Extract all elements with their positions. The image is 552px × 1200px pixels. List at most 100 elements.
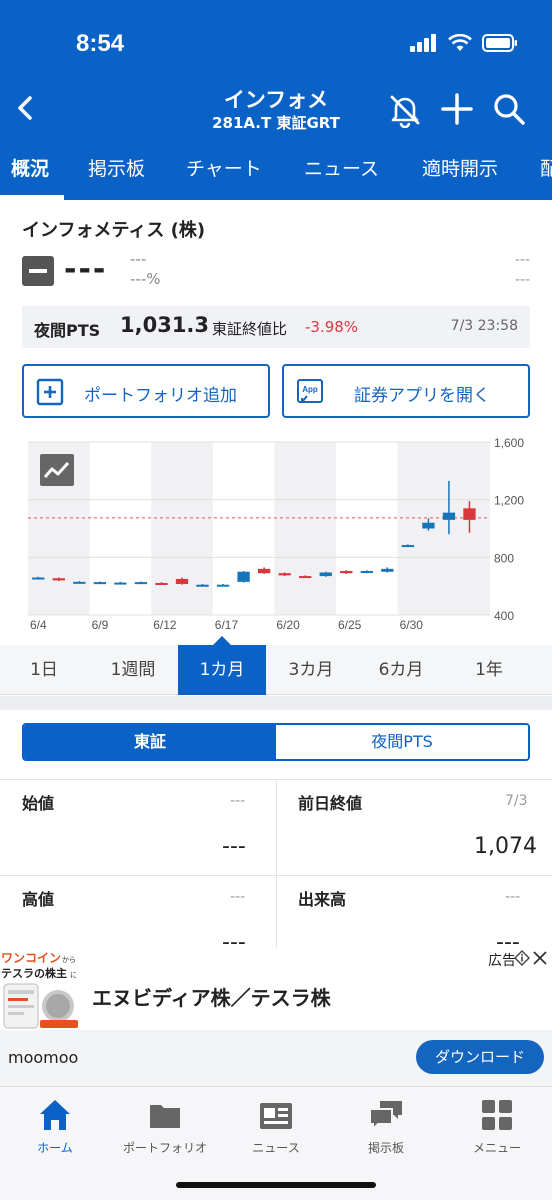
ad-download-button[interactable]: ダウンロード bbox=[416, 1040, 544, 1074]
range-pointer bbox=[212, 636, 232, 646]
tabbar-board[interactable]: 掲示板 bbox=[331, 1097, 441, 1157]
price-change-flat-icon bbox=[22, 256, 54, 286]
segment-night-pts[interactable]: 夜間PTS bbox=[276, 725, 528, 759]
range-1m[interactable]: 1カ月 bbox=[178, 645, 266, 695]
prev-close-date: 7/3 bbox=[505, 793, 528, 809]
range-1y[interactable]: 1年 bbox=[446, 645, 532, 695]
newspaper-icon bbox=[260, 1103, 292, 1129]
ad-footer: moomoo ダウンロード bbox=[0, 1030, 552, 1086]
candle-body bbox=[155, 582, 168, 585]
bell-off-icon[interactable] bbox=[386, 90, 424, 128]
tab-board[interactable]: 掲示板 bbox=[88, 154, 145, 181]
ad-image-text-2b: に bbox=[70, 971, 77, 979]
candle-body bbox=[196, 584, 209, 587]
candle-body bbox=[114, 582, 127, 585]
app-icon-text: App bbox=[302, 385, 318, 394]
pts-label: 夜間PTS bbox=[34, 321, 101, 340]
prev-close-value: 1,074 bbox=[474, 834, 537, 859]
ad-image-text-2a: テスラの株主 bbox=[1, 966, 67, 980]
price-chart[interactable]: 1,600 1,200 800 400 6/4 6/9 6/12 6/17 6/20 6/25 6/… bbox=[0, 430, 552, 645]
open-securities-app-button[interactable]: App 証券アプリを開く bbox=[282, 364, 530, 418]
ad-brand: moomoo bbox=[8, 1048, 79, 1067]
navigation-bar: インフォメ 281A.T 東証GRT bbox=[0, 80, 552, 140]
add-portfolio-label: ポートフォリオ追加 bbox=[84, 386, 237, 406]
tab-overview[interactable]: 概況 bbox=[11, 154, 49, 181]
status-bar: 8:54 bbox=[0, 0, 552, 80]
range-3m[interactable]: 3カ月 bbox=[266, 645, 356, 695]
candle-body bbox=[52, 578, 65, 581]
battery-icon bbox=[482, 34, 517, 52]
candle-body bbox=[257, 568, 271, 574]
tabbar-portfolio-label: ポートフォリオ bbox=[122, 1141, 207, 1155]
price-change: --- bbox=[130, 250, 147, 268]
tab-news[interactable]: ニュース bbox=[304, 154, 379, 181]
candle-body bbox=[360, 571, 373, 574]
price-change-percent: ---% bbox=[130, 270, 161, 288]
signal-icon bbox=[410, 34, 436, 52]
y-tick-label: 1,200 bbox=[494, 494, 524, 508]
high-label: 高値 bbox=[22, 890, 55, 909]
pts-compare-label: 東証終値比 bbox=[212, 320, 288, 338]
section-tabs: 概況 掲示板 チャート ニュース 適時開示 配 bbox=[0, 146, 552, 200]
tab-chart[interactable]: チャート bbox=[186, 154, 262, 181]
open-label: 始値 bbox=[22, 794, 55, 813]
pts-summary: 夜間PTS 1,031.3 東証終値比 -3.98% 7/3 23:58 bbox=[22, 306, 530, 348]
tabbar-news[interactable]: ニュース bbox=[221, 1097, 331, 1157]
candle-body bbox=[319, 572, 332, 577]
x-tick-label: 6/12 bbox=[153, 618, 177, 632]
app-icon: App bbox=[297, 379, 323, 403]
candle-body bbox=[175, 578, 189, 585]
tabbar-news-label: ニュース bbox=[252, 1141, 300, 1155]
wifi-icon bbox=[448, 34, 472, 51]
plus-box-icon bbox=[36, 378, 64, 406]
ad-image-text-1a: ワンコイン bbox=[1, 951, 61, 965]
close-icon[interactable] bbox=[532, 950, 548, 966]
candle-body bbox=[299, 576, 312, 579]
range-6m[interactable]: 6カ月 bbox=[356, 645, 446, 695]
active-tab-indicator bbox=[0, 195, 64, 200]
volume-meta: --- bbox=[505, 889, 521, 905]
segment-tse[interactable]: 東証 bbox=[24, 725, 276, 759]
chart-type-toggle-icon[interactable] bbox=[40, 454, 74, 486]
tab-dividend[interactable]: 配 bbox=[540, 154, 552, 181]
candle-body bbox=[381, 568, 394, 572]
extra-value-bottom: --- bbox=[514, 272, 530, 288]
range-1d[interactable]: 1日 bbox=[0, 645, 88, 695]
chart-band bbox=[151, 442, 213, 615]
tabbar-portfolio[interactable]: ポートフォリオ bbox=[110, 1097, 220, 1157]
search-icon[interactable] bbox=[490, 90, 528, 128]
add-portfolio-button[interactable]: ポートフォリオ追加 bbox=[22, 364, 270, 418]
tabbar-home[interactable]: ホーム bbox=[0, 1097, 110, 1157]
tabbar-home-label: ホーム bbox=[37, 1141, 73, 1155]
x-tick-label: 6/17 bbox=[215, 618, 239, 632]
x-tick-label: 6/4 bbox=[30, 618, 47, 632]
add-icon[interactable] bbox=[438, 90, 476, 128]
candle-body bbox=[422, 522, 435, 529]
pts-price: 1,031.3 bbox=[120, 313, 210, 337]
ad-label: 広告 bbox=[488, 953, 516, 969]
pts-datetime: 7/3 23:58 bbox=[450, 318, 518, 334]
candle-body bbox=[73, 581, 86, 584]
ad-image: ワンコイン から テスラの株主 に bbox=[0, 948, 82, 1030]
current-price: --- bbox=[64, 252, 108, 287]
range-1w[interactable]: 1週間 bbox=[88, 645, 178, 695]
company-name: インフォメティス (株) bbox=[22, 220, 206, 241]
tabbar-menu-label: メニュー bbox=[472, 1141, 521, 1155]
y-tick-label: 800 bbox=[494, 551, 514, 565]
candle-body bbox=[278, 573, 291, 576]
ad-artwork: ワンコイン から テスラの株主 に bbox=[0, 948, 82, 1030]
ad-info-icon[interactable] bbox=[514, 950, 530, 966]
home-icon bbox=[40, 1100, 70, 1130]
advertisement-banner[interactable]: ワンコイン から テスラの株主 に エヌビディア株／テスラ株 広告 moomoo… bbox=[0, 948, 552, 1086]
candle-body bbox=[93, 582, 107, 585]
chart-band bbox=[274, 442, 336, 615]
candle-body bbox=[32, 577, 45, 580]
x-tick-label: 6/30 bbox=[400, 618, 424, 632]
candle-body bbox=[401, 545, 415, 548]
tabbar-menu[interactable]: メニュー bbox=[442, 1097, 552, 1157]
status-time: 8:54 bbox=[76, 30, 125, 57]
open-app-label: 証券アプリを開く bbox=[354, 386, 490, 406]
chat-icon bbox=[369, 1101, 402, 1132]
tab-disclosure[interactable]: 適時開示 bbox=[422, 154, 498, 181]
open-value: --- bbox=[222, 834, 246, 859]
